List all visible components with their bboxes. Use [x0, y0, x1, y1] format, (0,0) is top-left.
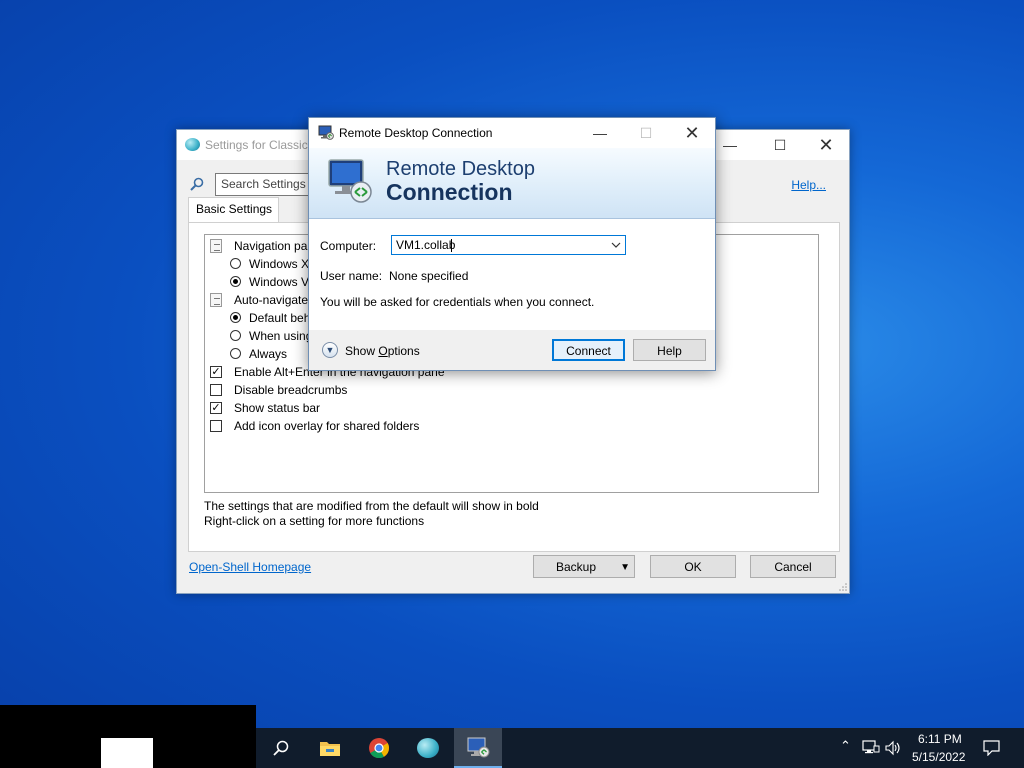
- checkbox-disable-breadcrumbs[interactable]: Disable breadcrumbs: [208, 381, 808, 399]
- checkbox-checked[interactable]: ✓: [210, 402, 222, 414]
- clock-date[interactable]: 5/15/2022: [912, 750, 965, 764]
- taskbar-remote-desktop[interactable]: [454, 728, 502, 768]
- username-label: User name:: [320, 269, 383, 283]
- open-shell-icon: [185, 138, 200, 151]
- credentials-note: You will be asked for credentials when y…: [320, 295, 595, 309]
- banner-title-line1: Remote Desktop: [386, 158, 535, 180]
- chrome-icon: [369, 738, 390, 759]
- tab-basic-settings-label: Basic Settings: [196, 202, 273, 216]
- volume-icon[interactable]: [884, 740, 902, 756]
- text-caret: [451, 239, 452, 252]
- checkbox[interactable]: [210, 384, 222, 396]
- rdp-titlebar[interactable]: Remote Desktop Connection — ☐ ✕: [309, 118, 715, 148]
- checkbox-show-status-bar[interactable]: ✓ Show status bar: [208, 399, 808, 417]
- banner-title-line2: Connection: [386, 179, 513, 205]
- taskbar-search-button[interactable]: [257, 728, 305, 768]
- help-link[interactable]: Help...: [791, 178, 826, 192]
- settings-group-icon: [210, 293, 222, 307]
- show-hidden-icons-chevron-icon[interactable]: ⌃: [840, 738, 851, 754]
- connect-button[interactable]: Connect: [552, 339, 625, 361]
- radio-button[interactable]: [230, 258, 241, 269]
- checkbox[interactable]: [210, 420, 222, 432]
- radio-button[interactable]: [230, 330, 241, 341]
- chevron-down-icon[interactable]: [611, 242, 621, 248]
- ok-button[interactable]: OK: [650, 555, 736, 578]
- taskbar-chrome[interactable]: [355, 728, 403, 768]
- computer-label: Computer:: [320, 239, 377, 253]
- search-placeholder: Search Settings: [221, 177, 306, 191]
- radio-button-selected[interactable]: [230, 312, 241, 323]
- settings-title: Settings for Classic: [205, 138, 308, 152]
- show-options-link[interactable]: Show Options: [345, 344, 420, 358]
- close-button[interactable]: ✕: [803, 130, 849, 160]
- search-icon: [190, 177, 204, 191]
- remote-desktop-logo-icon: [328, 159, 372, 203]
- close-button[interactable]: ✕: [669, 118, 715, 148]
- taskbar-open-shell-settings[interactable]: [404, 728, 452, 768]
- computer-combobox[interactable]: VM1.collab: [391, 235, 626, 255]
- rdp-title: Remote Desktop Connection: [339, 126, 493, 140]
- maximize-button-disabled: ☐: [639, 125, 653, 141]
- computer-input-value[interactable]: VM1.collab: [396, 238, 455, 252]
- radio-button[interactable]: [230, 348, 241, 359]
- taskbar-file-explorer[interactable]: [306, 728, 354, 768]
- clock-time[interactable]: 6:11 PM: [918, 732, 962, 746]
- network-icon[interactable]: [862, 740, 880, 756]
- homepage-link[interactable]: Open-Shell Homepage: [189, 560, 311, 574]
- remote-desktop-icon: [467, 737, 490, 758]
- remote-desktop-icon: [318, 125, 334, 140]
- settings-group-icon: [210, 239, 222, 253]
- footnote-bold: The settings that are modified from the …: [204, 499, 539, 513]
- search-icon: [273, 740, 289, 756]
- maximize-button[interactable]: ☐: [757, 130, 803, 160]
- file-explorer-icon: [320, 742, 340, 756]
- checkbox-checked[interactable]: ✓: [210, 366, 222, 378]
- minimize-button[interactable]: —: [577, 118, 623, 148]
- cancel-button[interactable]: Cancel: [750, 555, 836, 578]
- resize-grip-icon[interactable]: [839, 583, 847, 591]
- dropdown-arrow-icon: ▼: [620, 562, 630, 573]
- help-button[interactable]: Help: [633, 339, 706, 361]
- notification-icon[interactable]: [983, 740, 1000, 756]
- remote-desktop-window: Remote Desktop Connection — ☐ ✕ Remote D…: [308, 117, 716, 371]
- start-area-patch: [101, 738, 153, 768]
- show-options-expand-icon[interactable]: ▼: [322, 342, 338, 358]
- checkbox-icon-overlay[interactable]: Add icon overlay for shared folders: [208, 417, 808, 435]
- open-shell-settings-icon: [417, 738, 439, 758]
- backup-button[interactable]: Backup ▼: [533, 555, 635, 578]
- username-value: None specified: [389, 269, 469, 283]
- radio-button-selected[interactable]: [230, 276, 241, 287]
- footnote-right-click: Right-click on a setting for more functi…: [204, 514, 425, 528]
